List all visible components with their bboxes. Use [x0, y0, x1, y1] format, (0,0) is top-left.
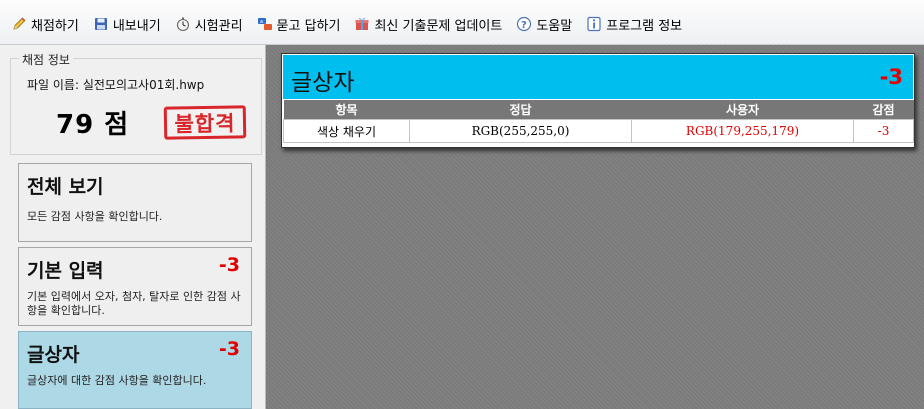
cell-answer: RGB(255,255,0): [409, 119, 632, 143]
main-toolbar: 채점하기 내보내기 시험관리 a 묻고 답하기 최신 기출문제 업데이트 ? 도…: [0, 0, 924, 45]
deduction-detail-card: 글상자 -3 항목 정답 사용자 감점 색상 채우기 RGB(255,255,0…: [281, 53, 915, 148]
svg-text:?: ?: [521, 20, 527, 31]
category-description: 모든 감점 사항을 확인합니다.: [27, 210, 163, 223]
toolbar-row: 채점하기 내보내기 시험관리 a 묻고 답하기 최신 기출문제 업데이트 ? 도…: [0, 13, 696, 35]
deduction-table: 항목 정답 사용자 감점 색상 채우기 RGB(255,255,0) RGB(1…: [283, 100, 914, 143]
left-panel: 채점 정보 파일 이름: 실전모의고사01회.hwp 79 점 불합격 전체 보…: [0, 45, 266, 409]
score-value: 79 점: [56, 110, 130, 140]
help-label: 도움말: [536, 18, 573, 34]
cell-user: RGB(179,255,179): [631, 119, 854, 143]
score-info-legend: 채점 정보: [19, 51, 73, 68]
svg-text:a: a: [260, 19, 263, 25]
update-label: 최신 기출문제 업데이트: [374, 18, 503, 34]
fail-stamp: 불합격: [163, 105, 247, 140]
qa-icon: a: [257, 16, 273, 32]
exam-manage-label: 시험관리: [194, 18, 243, 34]
column-header-user: 사용자: [631, 100, 854, 120]
grade-button[interactable]: 채점하기: [11, 15, 79, 34]
export-button[interactable]: 내보내기: [93, 15, 161, 34]
category-penalty: -3: [218, 338, 240, 360]
qa-label: 묻고 답하기: [276, 18, 341, 34]
help-icon: ?: [516, 16, 532, 32]
detail-header: 글상자 -3: [283, 55, 913, 99]
category-title: 글상자: [27, 344, 80, 366]
category-description: 글상자에 대한 감점 사항을 확인합니다.: [27, 374, 207, 387]
info-icon: [586, 16, 602, 32]
save-icon: [93, 16, 109, 32]
category-description: 기본 입력에서 오자, 첨자, 탈자로 인한 감점 사항을 확인합니다.: [27, 290, 241, 317]
detail-area: 글상자 -3 항목 정답 사용자 감점 색상 채우기 RGB(255,255,0…: [266, 45, 924, 409]
detail-penalty: -3: [879, 65, 903, 89]
file-name-label: 파일 이름: 실전모의고사01회.hwp: [27, 78, 205, 92]
program-info-button[interactable]: 프로그램 정보: [586, 15, 682, 34]
column-header-item: 항목: [283, 100, 410, 120]
qa-button[interactable]: a 묻고 답하기: [257, 15, 341, 34]
table-header-row: 항목 정답 사용자 감점: [283, 100, 914, 120]
category-title: 전체 보기: [27, 176, 104, 198]
category-card-all[interactable]: 전체 보기 모든 감점 사항을 확인합니다.: [18, 163, 252, 242]
gift-icon: [354, 16, 370, 32]
category-card-textbox[interactable]: 글상자 -3 글상자에 대한 감점 사항을 확인합니다.: [18, 331, 252, 409]
detail-title: 글상자: [291, 70, 355, 96]
score-info-group: 채점 정보 파일 이름: 실전모의고사01회.hwp 79 점 불합격: [10, 51, 262, 155]
category-card-basic-input[interactable]: 기본 입력 -3 기본 입력에서 오자, 첨자, 탈자로 인한 감점 사항을 확…: [18, 247, 252, 326]
table-row: 색상 채우기 RGB(255,255,0) RGB(179,255,179) -…: [283, 119, 914, 143]
stopwatch-icon: [175, 16, 191, 32]
update-button[interactable]: 최신 기출문제 업데이트: [354, 15, 502, 34]
column-header-deduction: 감점: [853, 100, 914, 120]
export-label: 내보내기: [112, 18, 161, 34]
category-penalty: -3: [218, 254, 240, 276]
cell-deduction: -3: [853, 119, 914, 143]
exam-manage-button[interactable]: 시험관리: [175, 15, 243, 34]
program-info-label: 프로그램 정보: [606, 18, 683, 34]
column-header-answer: 정답: [409, 100, 632, 120]
cell-item: 색상 채우기: [283, 119, 410, 143]
grade-label: 채점하기: [31, 18, 79, 34]
category-title: 기본 입력: [27, 260, 104, 282]
pencil-icon: [11, 16, 27, 32]
help-button[interactable]: ? 도움말: [516, 15, 572, 34]
